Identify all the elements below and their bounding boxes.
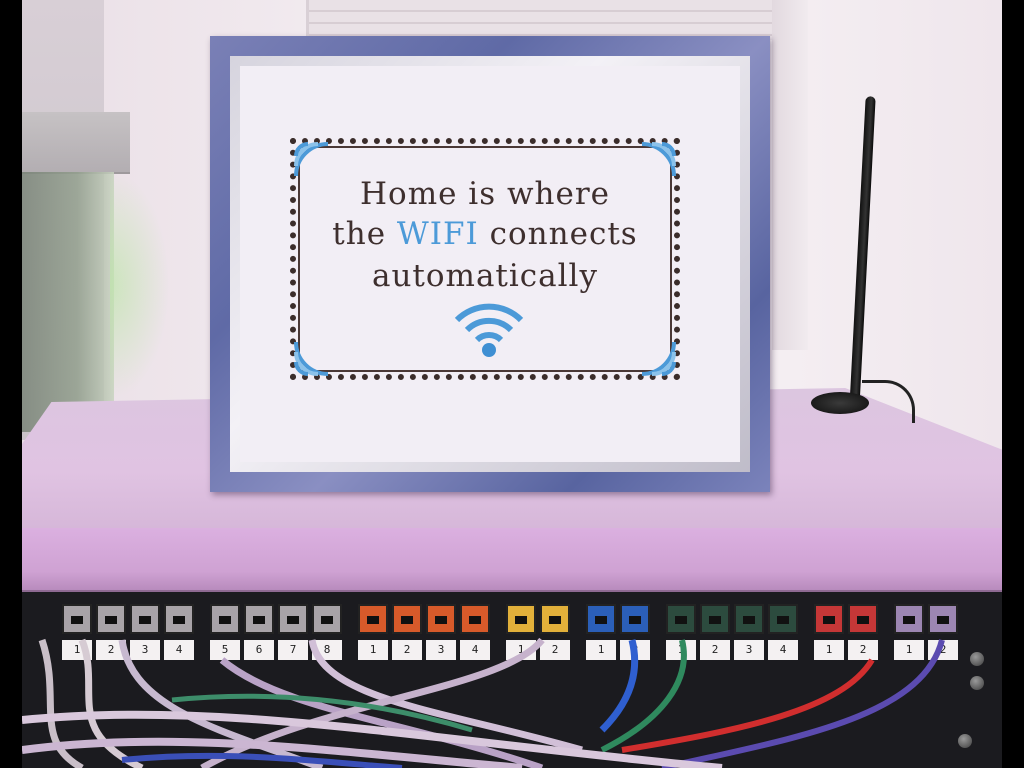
corner-wifi-icon <box>294 341 329 376</box>
left-shadow <box>22 172 114 432</box>
wifi-antenna <box>850 96 876 397</box>
antenna-base <box>811 392 869 414</box>
corner-wifi-icon <box>294 142 329 177</box>
sign-line-2-prefix: the <box>332 216 397 252</box>
photo-scene: Home is where the WIFI connects automati… <box>22 0 1002 768</box>
sign-line-1: Home is where <box>360 176 610 212</box>
corner-wifi-icon <box>641 142 676 177</box>
sign-line-2-suffix: connects <box>478 216 638 252</box>
panel-screw <box>970 676 984 690</box>
sign-line-3: automatically <box>371 258 598 294</box>
green-light-glow <box>110 170 170 400</box>
shelf-front <box>22 528 1002 593</box>
corner-wifi-icon <box>641 341 676 376</box>
panel-screw <box>970 652 984 666</box>
wifi-icon <box>454 303 524 357</box>
wall-vent <box>306 0 778 40</box>
picture-frame: Home is where the WIFI connects automati… <box>210 36 770 492</box>
network-cables <box>22 637 945 768</box>
sign-wifi-word: WIFI <box>396 216 479 252</box>
panel-screw <box>958 734 972 748</box>
door-edge <box>772 0 808 350</box>
left-shelf-box <box>22 112 130 174</box>
sign-line-2: the WIFI connects <box>290 216 680 252</box>
antenna-cable <box>862 380 915 423</box>
